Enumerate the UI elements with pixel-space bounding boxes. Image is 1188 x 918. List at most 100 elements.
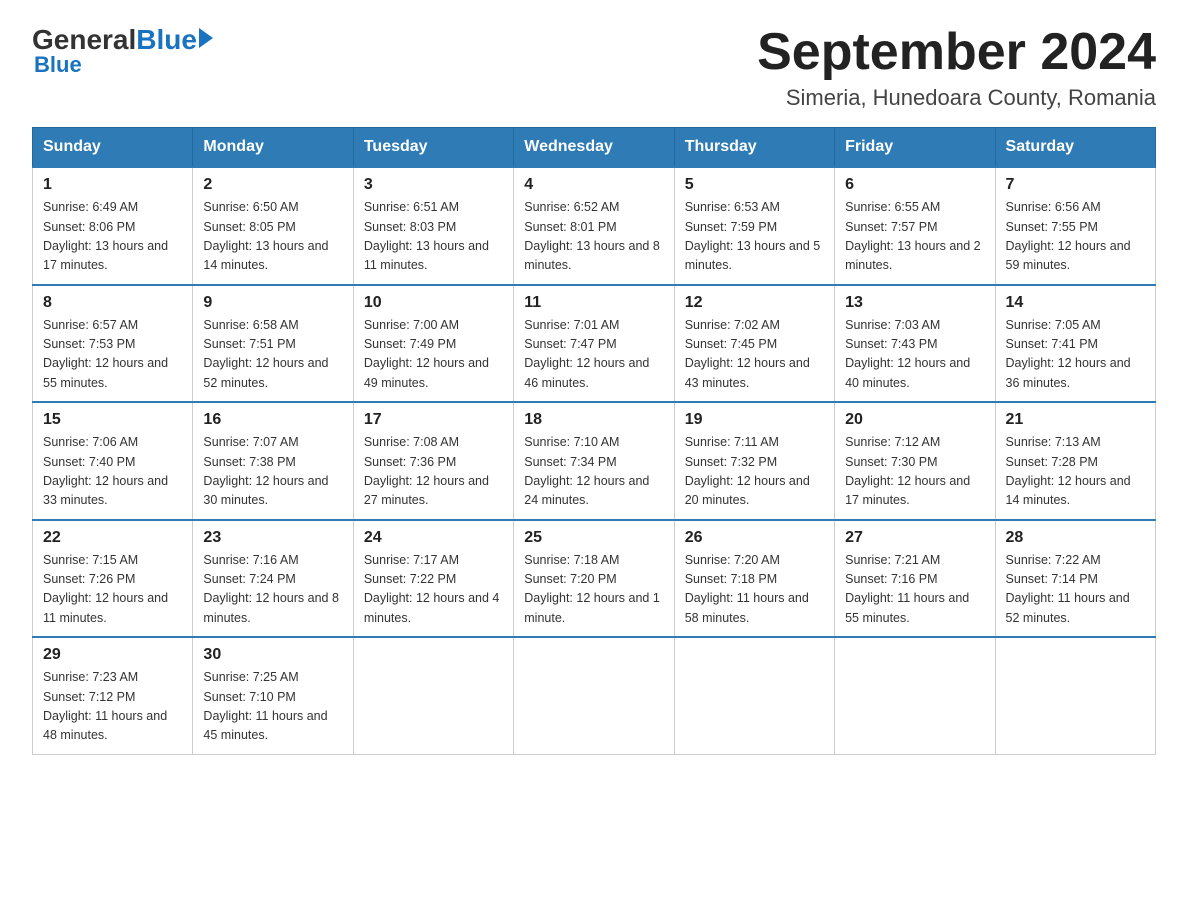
logo-subtitle: Blue xyxy=(34,52,82,78)
day-number: 30 xyxy=(203,646,342,664)
calendar-header-row: Sunday Monday Tuesday Wednesday Thursday… xyxy=(33,128,1156,168)
day-number: 22 xyxy=(43,529,182,547)
calendar-week-row: 22 Sunrise: 7:15 AMSunset: 7:26 PMDaylig… xyxy=(33,520,1156,638)
day-info: Sunrise: 7:03 AMSunset: 7:43 PMDaylight:… xyxy=(845,318,970,390)
logo-blue-text: Blue xyxy=(136,24,197,56)
day-number: 11 xyxy=(524,294,663,312)
calendar-day-cell: 28 Sunrise: 7:22 AMSunset: 7:14 PMDaylig… xyxy=(995,520,1155,638)
day-number: 24 xyxy=(364,529,503,547)
day-info: Sunrise: 7:12 AMSunset: 7:30 PMDaylight:… xyxy=(845,435,970,507)
col-thursday: Thursday xyxy=(674,128,834,168)
calendar-day-cell: 21 Sunrise: 7:13 AMSunset: 7:28 PMDaylig… xyxy=(995,402,1155,520)
day-info: Sunrise: 7:21 AMSunset: 7:16 PMDaylight:… xyxy=(845,553,969,625)
day-info: Sunrise: 7:11 AMSunset: 7:32 PMDaylight:… xyxy=(685,435,810,507)
day-info: Sunrise: 7:00 AMSunset: 7:49 PMDaylight:… xyxy=(364,318,489,390)
day-info: Sunrise: 6:55 AMSunset: 7:57 PMDaylight:… xyxy=(845,200,981,272)
day-number: 19 xyxy=(685,411,824,429)
calendar-day-cell: 30 Sunrise: 7:25 AMSunset: 7:10 PMDaylig… xyxy=(193,637,353,754)
day-number: 13 xyxy=(845,294,984,312)
calendar-day-cell: 1 Sunrise: 6:49 AMSunset: 8:06 PMDayligh… xyxy=(33,167,193,285)
calendar-day-cell: 22 Sunrise: 7:15 AMSunset: 7:26 PMDaylig… xyxy=(33,520,193,638)
calendar-day-cell: 9 Sunrise: 6:58 AMSunset: 7:51 PMDayligh… xyxy=(193,285,353,403)
day-number: 27 xyxy=(845,529,984,547)
day-info: Sunrise: 7:15 AMSunset: 7:26 PMDaylight:… xyxy=(43,553,168,625)
col-saturday: Saturday xyxy=(995,128,1155,168)
calendar-day-cell xyxy=(835,637,995,754)
day-info: Sunrise: 7:22 AMSunset: 7:14 PMDaylight:… xyxy=(1006,553,1130,625)
calendar-day-cell xyxy=(353,637,513,754)
calendar-day-cell: 29 Sunrise: 7:23 AMSunset: 7:12 PMDaylig… xyxy=(33,637,193,754)
calendar-day-cell: 10 Sunrise: 7:00 AMSunset: 7:49 PMDaylig… xyxy=(353,285,513,403)
day-info: Sunrise: 6:52 AMSunset: 8:01 PMDaylight:… xyxy=(524,200,660,272)
day-info: Sunrise: 7:05 AMSunset: 7:41 PMDaylight:… xyxy=(1006,318,1131,390)
day-number: 17 xyxy=(364,411,503,429)
page-header: General Blue Blue September 2024 Simeria… xyxy=(32,24,1156,111)
day-number: 16 xyxy=(203,411,342,429)
day-number: 14 xyxy=(1006,294,1145,312)
day-info: Sunrise: 6:51 AMSunset: 8:03 PMDaylight:… xyxy=(364,200,489,272)
calendar-week-row: 1 Sunrise: 6:49 AMSunset: 8:06 PMDayligh… xyxy=(33,167,1156,285)
calendar-day-cell: 15 Sunrise: 7:06 AMSunset: 7:40 PMDaylig… xyxy=(33,402,193,520)
day-number: 20 xyxy=(845,411,984,429)
logo: General Blue Blue xyxy=(32,24,213,78)
calendar-day-cell: 6 Sunrise: 6:55 AMSunset: 7:57 PMDayligh… xyxy=(835,167,995,285)
calendar-day-cell: 13 Sunrise: 7:03 AMSunset: 7:43 PMDaylig… xyxy=(835,285,995,403)
day-number: 10 xyxy=(364,294,503,312)
day-number: 25 xyxy=(524,529,663,547)
day-number: 5 xyxy=(685,176,824,194)
day-info: Sunrise: 6:53 AMSunset: 7:59 PMDaylight:… xyxy=(685,200,821,272)
calendar-day-cell: 25 Sunrise: 7:18 AMSunset: 7:20 PMDaylig… xyxy=(514,520,674,638)
page-subtitle: Simeria, Hunedoara County, Romania xyxy=(757,85,1156,111)
calendar-day-cell: 4 Sunrise: 6:52 AMSunset: 8:01 PMDayligh… xyxy=(514,167,674,285)
calendar-day-cell: 17 Sunrise: 7:08 AMSunset: 7:36 PMDaylig… xyxy=(353,402,513,520)
day-info: Sunrise: 7:06 AMSunset: 7:40 PMDaylight:… xyxy=(43,435,168,507)
calendar-day-cell: 23 Sunrise: 7:16 AMSunset: 7:24 PMDaylig… xyxy=(193,520,353,638)
day-info: Sunrise: 7:10 AMSunset: 7:34 PMDaylight:… xyxy=(524,435,649,507)
day-number: 8 xyxy=(43,294,182,312)
calendar-day-cell: 27 Sunrise: 7:21 AMSunset: 7:16 PMDaylig… xyxy=(835,520,995,638)
day-number: 18 xyxy=(524,411,663,429)
calendar-day-cell: 14 Sunrise: 7:05 AMSunset: 7:41 PMDaylig… xyxy=(995,285,1155,403)
day-number: 12 xyxy=(685,294,824,312)
col-sunday: Sunday xyxy=(33,128,193,168)
calendar-day-cell: 18 Sunrise: 7:10 AMSunset: 7:34 PMDaylig… xyxy=(514,402,674,520)
calendar-day-cell: 3 Sunrise: 6:51 AMSunset: 8:03 PMDayligh… xyxy=(353,167,513,285)
col-monday: Monday xyxy=(193,128,353,168)
day-info: Sunrise: 7:16 AMSunset: 7:24 PMDaylight:… xyxy=(203,553,339,625)
day-info: Sunrise: 6:57 AMSunset: 7:53 PMDaylight:… xyxy=(43,318,168,390)
day-number: 23 xyxy=(203,529,342,547)
col-tuesday: Tuesday xyxy=(353,128,513,168)
calendar-day-cell: 26 Sunrise: 7:20 AMSunset: 7:18 PMDaylig… xyxy=(674,520,834,638)
day-info: Sunrise: 7:25 AMSunset: 7:10 PMDaylight:… xyxy=(203,670,327,742)
day-number: 7 xyxy=(1006,176,1145,194)
calendar-day-cell: 7 Sunrise: 6:56 AMSunset: 7:55 PMDayligh… xyxy=(995,167,1155,285)
day-info: Sunrise: 7:18 AMSunset: 7:20 PMDaylight:… xyxy=(524,553,660,625)
day-number: 28 xyxy=(1006,529,1145,547)
day-info: Sunrise: 7:07 AMSunset: 7:38 PMDaylight:… xyxy=(203,435,328,507)
title-block: September 2024 Simeria, Hunedoara County… xyxy=(757,24,1156,111)
calendar-table: Sunday Monday Tuesday Wednesday Thursday… xyxy=(32,127,1156,755)
calendar-week-row: 15 Sunrise: 7:06 AMSunset: 7:40 PMDaylig… xyxy=(33,402,1156,520)
day-info: Sunrise: 7:23 AMSunset: 7:12 PMDaylight:… xyxy=(43,670,167,742)
calendar-day-cell: 16 Sunrise: 7:07 AMSunset: 7:38 PMDaylig… xyxy=(193,402,353,520)
day-info: Sunrise: 7:13 AMSunset: 7:28 PMDaylight:… xyxy=(1006,435,1131,507)
page-title: September 2024 xyxy=(757,24,1156,81)
day-info: Sunrise: 6:50 AMSunset: 8:05 PMDaylight:… xyxy=(203,200,328,272)
calendar-week-row: 29 Sunrise: 7:23 AMSunset: 7:12 PMDaylig… xyxy=(33,637,1156,754)
calendar-day-cell xyxy=(674,637,834,754)
day-number: 1 xyxy=(43,176,182,194)
calendar-day-cell: 11 Sunrise: 7:01 AMSunset: 7:47 PMDaylig… xyxy=(514,285,674,403)
day-number: 6 xyxy=(845,176,984,194)
day-info: Sunrise: 7:02 AMSunset: 7:45 PMDaylight:… xyxy=(685,318,810,390)
day-info: Sunrise: 7:08 AMSunset: 7:36 PMDaylight:… xyxy=(364,435,489,507)
calendar-day-cell: 20 Sunrise: 7:12 AMSunset: 7:30 PMDaylig… xyxy=(835,402,995,520)
day-info: Sunrise: 6:58 AMSunset: 7:51 PMDaylight:… xyxy=(203,318,328,390)
calendar-day-cell: 8 Sunrise: 6:57 AMSunset: 7:53 PMDayligh… xyxy=(33,285,193,403)
day-number: 15 xyxy=(43,411,182,429)
day-info: Sunrise: 7:01 AMSunset: 7:47 PMDaylight:… xyxy=(524,318,649,390)
calendar-day-cell xyxy=(514,637,674,754)
calendar-day-cell: 24 Sunrise: 7:17 AMSunset: 7:22 PMDaylig… xyxy=(353,520,513,638)
calendar-day-cell: 5 Sunrise: 6:53 AMSunset: 7:59 PMDayligh… xyxy=(674,167,834,285)
day-info: Sunrise: 6:49 AMSunset: 8:06 PMDaylight:… xyxy=(43,200,168,272)
calendar-day-cell: 2 Sunrise: 6:50 AMSunset: 8:05 PMDayligh… xyxy=(193,167,353,285)
